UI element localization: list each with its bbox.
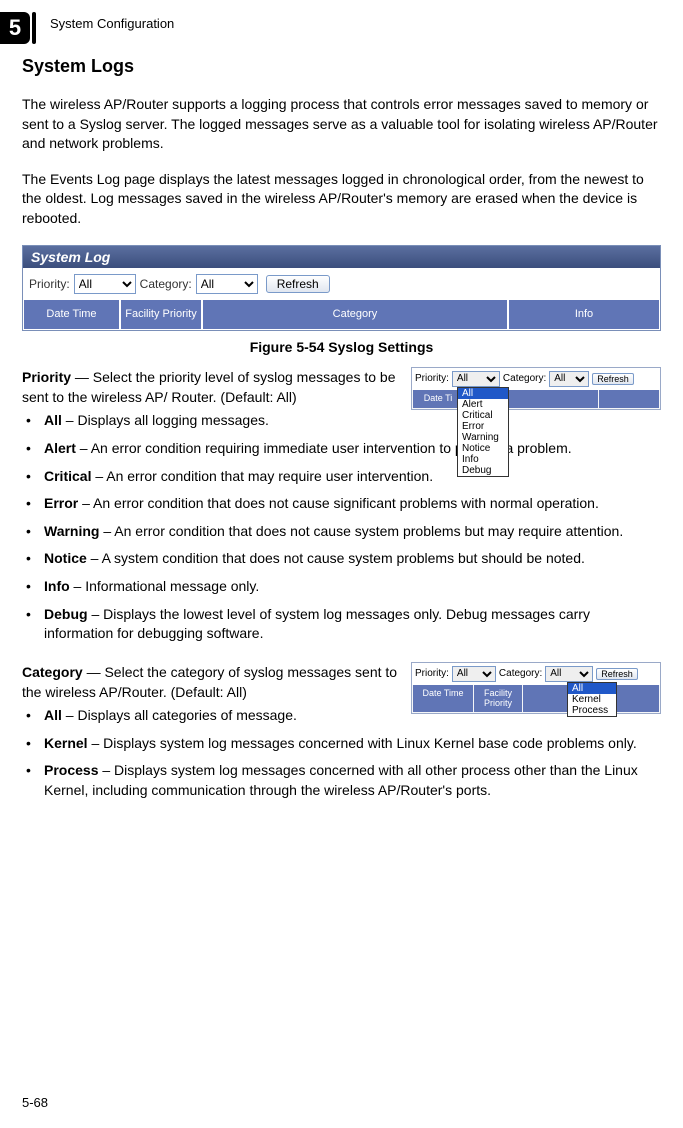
header-info: Info <box>509 300 659 329</box>
page-number: 5-68 <box>22 1095 48 1110</box>
dd-item[interactable]: Alert <box>458 399 508 410</box>
chapter-label: System Configuration <box>50 16 174 31</box>
mini-priority-select-2[interactable]: All <box>452 666 496 682</box>
priority-mini-figure: Priority: All Category: All Refresh Date… <box>411 367 661 410</box>
list-item: All – Displays all logging messages. <box>26 411 661 431</box>
refresh-button[interactable]: Refresh <box>266 275 330 293</box>
header-category: Category <box>203 300 507 329</box>
list-item: Notice – A system condition that does no… <box>26 549 661 569</box>
dd-item[interactable]: Notice <box>458 443 508 454</box>
list-item: Process – Displays system log messages c… <box>26 761 661 800</box>
section-title: System Logs <box>22 56 661 77</box>
figure-caption: Figure 5-54 Syslog Settings <box>22 339 661 355</box>
list-item: Error – An error condition that does not… <box>26 494 661 514</box>
figure-main: System Log Priority: All Category: All R… <box>22 245 661 355</box>
dd-item[interactable]: Process <box>568 705 616 716</box>
syslog-panel: System Log Priority: All Category: All R… <box>22 245 661 331</box>
list-item: Debug – Displays the lowest level of sys… <box>26 605 661 644</box>
dd-item[interactable]: Warning <box>458 432 508 443</box>
syslog-header-row: Date Time Facility Priority Category Inf… <box>23 300 660 330</box>
mini-priority-label: Priority: <box>415 373 449 384</box>
mini-category-label-2: Category: <box>499 668 542 679</box>
dd-item[interactable]: All <box>568 683 616 694</box>
priority-bullets: All – Displays all logging messages. Ale… <box>22 411 661 643</box>
header-datetime: Date Time <box>24 300 119 329</box>
category-dropdown-open[interactable]: All Kernel Process <box>567 682 617 717</box>
mini-priority-select[interactable]: All <box>452 371 500 387</box>
priority-dropdown-open[interactable]: All Alert Critical Error Warning Notice … <box>457 387 509 477</box>
priority-select[interactable]: All <box>74 274 136 294</box>
category-label: Category: <box>140 277 192 291</box>
mini-header-blank1 <box>507 390 598 408</box>
dd-item[interactable]: All <box>458 388 508 399</box>
dd-item[interactable]: Critical <box>458 410 508 421</box>
list-item: Alert – An error condition requiring imm… <box>26 439 661 459</box>
category-bullets: All – Displays all categories of message… <box>22 706 661 800</box>
priority-definition: Priority: All Category: All Refresh Date… <box>22 367 661 652</box>
mini-refresh-button[interactable]: Refresh <box>592 373 634 385</box>
chapter-accent <box>32 12 36 44</box>
list-item: Info – Informational message only. <box>26 577 661 597</box>
paragraph-2: The Events Log page displays the latest … <box>22 170 661 229</box>
chapter-header: 5 System Configuration <box>0 12 174 44</box>
category-mini-figure: Priority: All Category: All Refresh Date… <box>411 662 661 715</box>
category-select[interactable]: All <box>196 274 258 294</box>
mini-header-dt: Date Ti <box>413 390 463 408</box>
mini-category-select-2[interactable]: All <box>545 666 593 682</box>
list-item: Warning – An error condition that does n… <box>26 522 661 542</box>
mini-category-label: Category: <box>503 373 546 384</box>
syslog-controls: Priority: All Category: All Refresh <box>23 268 660 300</box>
syslog-titlebar: System Log <box>23 246 660 268</box>
list-item: Critical – An error condition that may r… <box>26 467 661 487</box>
mini2-header-dt: Date Time <box>413 685 473 713</box>
dd-item[interactable]: Info <box>458 454 508 465</box>
mini-header-blank2 <box>599 390 659 408</box>
list-item: Kernel – Displays system log messages co… <box>26 734 661 754</box>
mini-refresh-button-2[interactable]: Refresh <box>596 668 638 680</box>
mini2-header-fp: Facility Priority <box>474 685 522 713</box>
dd-item[interactable]: Error <box>458 421 508 432</box>
dd-item[interactable]: Debug <box>458 465 508 476</box>
mini-category-select[interactable]: All <box>549 371 589 387</box>
mini-priority-label-2: Priority: <box>415 668 449 679</box>
priority-label: Priority: <box>29 277 70 291</box>
header-facility: Facility Priority <box>121 300 201 329</box>
chapter-number-box: 5 <box>0 12 30 44</box>
dd-item[interactable]: Kernel <box>568 694 616 705</box>
paragraph-1: The wireless AP/Router supports a loggin… <box>22 95 661 154</box>
category-definition: Priority: All Category: All Refresh Date… <box>22 662 661 809</box>
